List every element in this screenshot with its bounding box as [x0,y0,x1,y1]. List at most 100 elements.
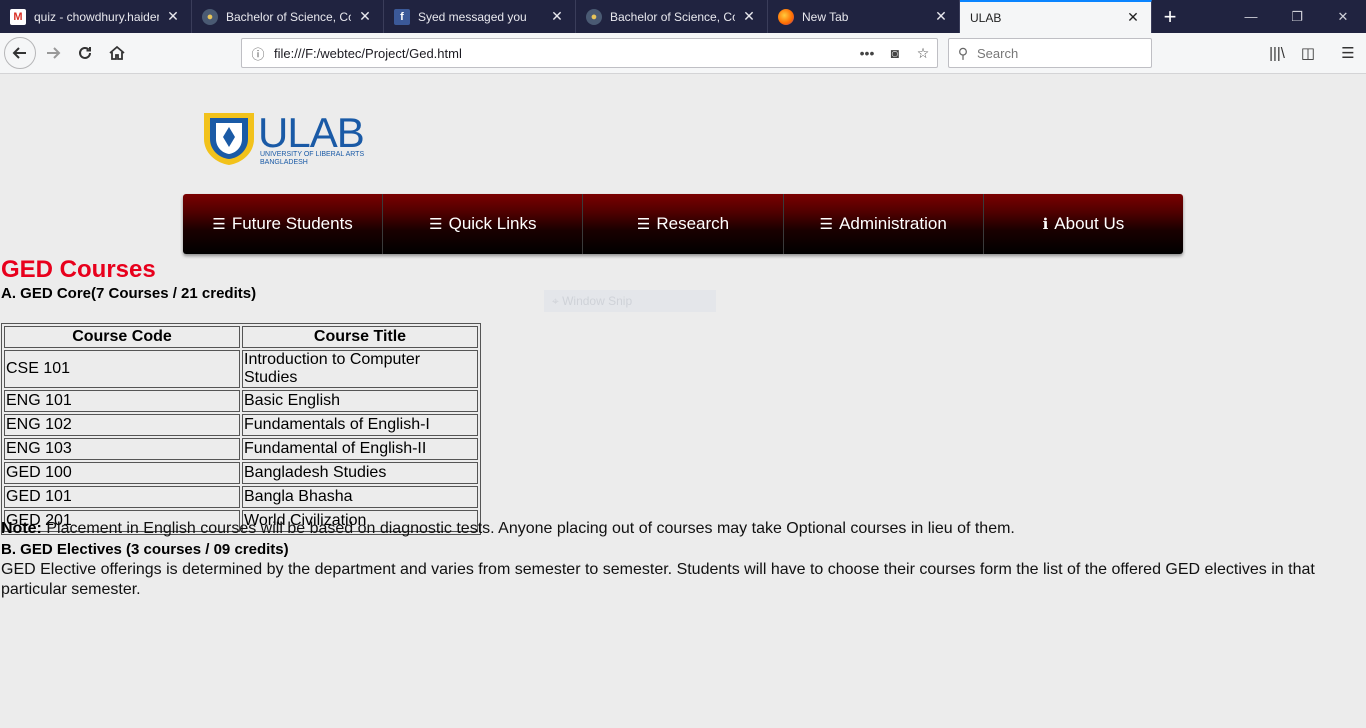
list-icon: ☰ [212,216,226,233]
close-icon[interactable]: ✕ [165,8,181,25]
close-icon[interactable]: ✕ [549,8,565,25]
course-title-cell: Basic English [242,390,478,412]
more-actions-icon[interactable]: ••• [853,45,881,61]
course-code-cell: ENG 101 [4,390,240,412]
restore-icon[interactable]: ❐ [1274,0,1320,33]
menu-item-label: Future Students [231,214,353,233]
course-title-cell: Introduction to Computer Studies [242,350,478,388]
course-title-cell: Fundamental of English-II [242,438,478,460]
menu-item-research[interactable]: ☰ Research [583,194,784,254]
ulab-crest-icon [204,113,254,165]
facebook-icon: f [394,8,410,25]
menu-item-label: Research [656,214,730,233]
close-icon[interactable]: ✕ [357,8,373,25]
course-code-cell: ENG 103 [4,438,240,460]
ulab-icon: ● [586,8,602,25]
menu-item-about-us[interactable]: ℹ About Us [983,194,1183,254]
tab-new-tab[interactable]: New Tab ✕ [768,0,960,33]
close-icon[interactable]: ✕ [1125,9,1141,26]
course-title-cell: Fundamentals of English-I [242,414,478,436]
course-title-cell: Bangla Bhasha [242,486,478,508]
search-icon: ⚲ [957,44,969,61]
tab-ulab-2[interactable]: ● Bachelor of Science, Com ✕ [576,0,768,33]
minimize-icon[interactable]: — [1228,0,1274,33]
list-icon: ☰ [636,216,651,233]
library-icon[interactable]: |||\ [1262,38,1292,68]
logo-subtitle: UNIVERSITY OF LIBERAL ARTS BANGLADESH [260,151,364,167]
logo-subtitle-line-1: UNIVERSITY OF LIBERAL ARTS [260,151,365,158]
forward-arrow-icon [47,47,61,59]
search-placeholder: Search [977,45,1019,61]
bookmark-star-icon[interactable]: ☆ [909,45,937,62]
home-icon [109,45,125,60]
course-code-cell: ENG 102 [4,414,240,436]
forward-button[interactable] [38,38,68,68]
tab-title: quiz - chowdhury.haider [34,9,159,24]
table-header-row: Course Code Course Title [4,326,478,348]
back-arrow-icon [12,47,26,59]
close-icon[interactable]: ✕ [741,8,757,25]
pocket-icon[interactable]: ◙ [881,45,909,61]
tab-gmail[interactable]: M quiz - chowdhury.haider ✕ [0,0,192,33]
close-icon[interactable]: ✕ [933,8,949,25]
tab-facebook[interactable]: f Syed messaged you ✕ [384,0,576,33]
table-row: ENG 101 Basic English [4,390,478,412]
placement-note: Note: Placement in English courses will … [1,520,1015,538]
sidebar-icon[interactable]: ◫ [1293,38,1323,68]
course-title-cell: Bangladesh Studies [242,462,478,484]
logo-subtitle-line-2: BANGLADESH [260,159,308,166]
column-header: Course Code [4,326,240,348]
web-page: ULAB UNIVERSITY OF LIBERAL ARTS BANGLADE… [0,75,1366,728]
table-row: GED 101 Bangla Bhasha [4,486,478,508]
menu-item-future-students[interactable]: ☰ Future Students [183,194,384,254]
window-snip-overlay: ⌖ Window Snip [544,290,716,312]
info-icon[interactable]: ⓘ [242,44,274,63]
search-input[interactable]: ⚲ Search [948,38,1152,68]
course-table: Course Code Course Title CSE 101 Introdu… [1,323,481,535]
course-code-cell: GED 100 [4,462,240,484]
table-row: GED 100 Bangladesh Studies [4,462,478,484]
electives-paragraph: GED Elective offerings is determined by … [1,561,1315,598]
reload-button[interactable] [70,38,100,68]
ulab-icon: ● [202,8,218,25]
table-row: ENG 102 Fundamentals of English-I [4,414,478,436]
list-icon: ☰ [819,216,834,233]
note-label: Note: [1,520,42,537]
reload-icon [79,46,91,59]
menu-hamburger-icon[interactable]: ☰ [1333,38,1363,68]
gmail-icon: M [10,8,26,25]
main-menu: ☰ Future Students ☰ Quick Links ☰ Resear… [183,194,1183,254]
new-tab-button[interactable]: + [1152,0,1188,33]
menu-item-label: Quick Links [448,214,537,233]
tab-title: Bachelor of Science, Com [226,9,351,24]
course-code-cell: CSE 101 [4,350,240,388]
section-a-heading: A. GED Core(7 Courses / 21 credits) [1,285,257,302]
tab-ulab-active[interactable]: ULAB ✕ [960,0,1152,33]
info-icon: ℹ [1042,216,1049,233]
tab-title: Syed messaged you [418,9,527,24]
tab-ulab-1[interactable]: ● Bachelor of Science, Com ✕ [192,0,384,33]
address-bar[interactable]: ⓘ file:///F:/webtec/Project/Ged.html •••… [241,38,938,68]
table-row: ENG 103 Fundamental of English-II [4,438,478,460]
tab-bar: M quiz - chowdhury.haider ✕ ● Bachelor o… [0,0,1366,33]
menu-item-quick-links[interactable]: ☰ Quick Links [383,194,584,254]
logo-text: ULAB [258,109,365,156]
back-button[interactable] [4,37,36,69]
column-header: Course Title [242,326,478,348]
note-text: Placement in English courses will be bas… [41,520,1015,537]
navigation-toolbar: ⓘ file:///F:/webtec/Project/Ged.html •••… [0,33,1366,74]
table-row: CSE 101 Introduction to Computer Studies [4,350,478,388]
menu-item-label: About Us [1054,214,1125,233]
firefox-icon [778,8,794,25]
url-text[interactable]: file:///F:/webtec/Project/Ged.html [274,46,853,61]
window-snip-label: Window Snip [562,294,633,308]
home-button[interactable] [102,38,132,68]
menu-item-label: Administration [839,214,947,233]
page-title: GED Courses [1,256,156,283]
ulab-logo[interactable]: ULAB UNIVERSITY OF LIBERAL ARTS BANGLADE… [200,109,380,169]
window-close-icon[interactable]: ✕ [1320,0,1366,33]
list-icon: ☰ [429,216,443,233]
menu-item-administration[interactable]: ☰ Administration [783,194,984,254]
tab-title: New Tab [802,9,849,24]
tab-title: Bachelor of Science, Com [610,9,735,24]
